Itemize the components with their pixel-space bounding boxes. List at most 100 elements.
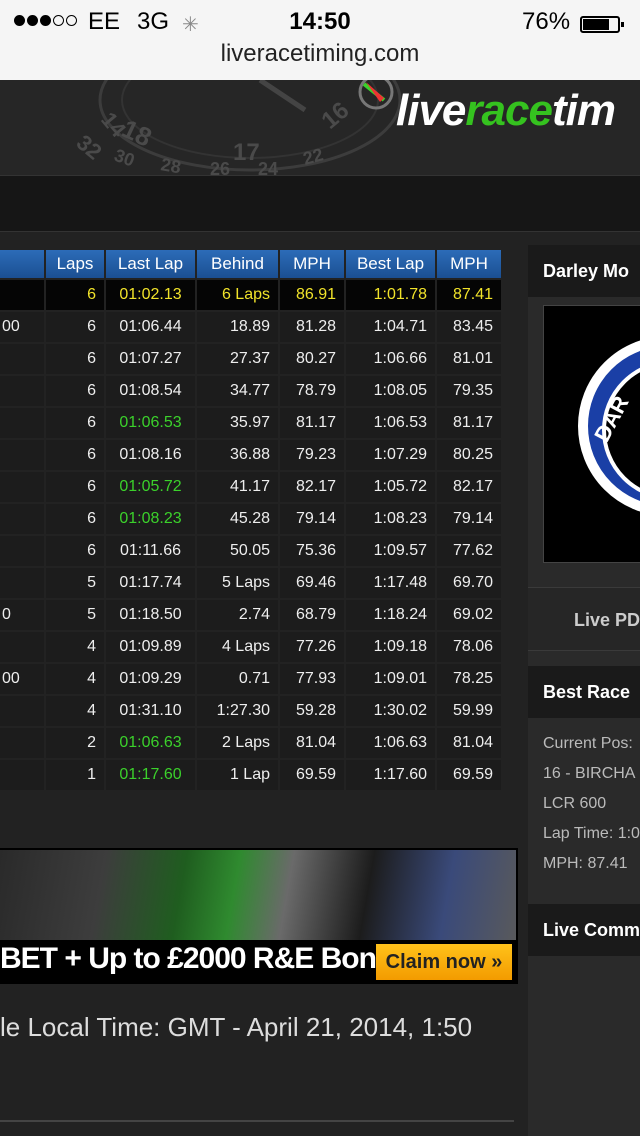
table-row: 0 5 01:18.50 2.74 68.79 1:18.24 69.02: [0, 600, 501, 630]
laps-cell: 5: [46, 600, 104, 630]
best-mph-cell: 80.25: [437, 440, 501, 470]
mph-cell: 77.93: [280, 664, 344, 694]
site-logo[interactable]: liveracetim: [396, 86, 616, 136]
behind-cell: 2.74: [197, 600, 278, 630]
position-cell: [0, 472, 44, 502]
best-mph-cell: 59.99: [437, 696, 501, 726]
behind-cell: 27.37: [197, 344, 278, 374]
position-cell: [0, 344, 44, 374]
column-header: [0, 250, 44, 278]
behind-cell: 1 Lap: [197, 760, 278, 790]
position-cell: [0, 376, 44, 406]
last-lap-cell: 01:05.72: [106, 472, 195, 502]
last-lap-cell: 01:08.54: [106, 376, 195, 406]
best-mph-cell: 83.45: [437, 312, 501, 342]
table-row: 6 01:11.66 50.05 75.36 1:09.57 77.62: [0, 536, 501, 566]
table-row: 6 01:08.16 36.88 79.23 1:07.29 80.25: [0, 440, 501, 470]
gauge-number: 26: [210, 159, 230, 175]
timing-table: Laps Last Lap Behind MPH Best Lap MPH 60…: [0, 248, 503, 792]
column-header-behind: Behind: [197, 250, 278, 278]
best-lap-time: Lap Time: 1:0: [543, 825, 640, 842]
mph-cell: 59.28: [280, 696, 344, 726]
best-mph-cell: 82.17: [437, 472, 501, 502]
behind-cell: 2 Laps: [197, 728, 278, 758]
mph-cell: 81.17: [280, 408, 344, 438]
best-mph-cell: 81.04: [437, 728, 501, 758]
best-class: LCR 600: [543, 795, 607, 812]
live-commentary-title[interactable]: Live Comm: [528, 904, 640, 956]
gauge-number: 30: [112, 145, 138, 171]
logo-timing: tim: [551, 86, 616, 135]
table-row: 6 01:06.53 35.97 81.17 1:06.53 81.17: [0, 408, 501, 438]
battery-icon: [580, 16, 624, 33]
laps-cell: 5: [46, 568, 104, 598]
logo-live: live: [396, 86, 466, 135]
best-mph-cell: 79.35: [437, 376, 501, 406]
best-lap-cell: 1:09.57: [346, 536, 435, 566]
behind-cell: 41.17: [197, 472, 278, 502]
best-lap-cell: 1:17.60: [346, 760, 435, 790]
mph-cell: 78.79: [280, 376, 344, 406]
last-lap-cell: 01:08.16: [106, 440, 195, 470]
best-mph-cell: 81.17: [437, 408, 501, 438]
behind-cell: 1:27.30: [197, 696, 278, 726]
position-cell: [0, 440, 44, 470]
live-pdf-link[interactable]: Live PD: [528, 587, 640, 651]
table-row: 4 01:09.89 4 Laps 77.26 1:09.18 78.06: [0, 632, 501, 662]
mph-cell: 81.04: [280, 728, 344, 758]
table-row: 00 6 01:06.44 18.89 81.28 1:04.71 83.45: [0, 312, 501, 342]
position-cell: [0, 504, 44, 534]
column-header-best-lap: Best Lap: [346, 250, 435, 278]
behind-cell: 18.89: [197, 312, 278, 342]
laps-cell: 4: [46, 664, 104, 694]
sidebar: Darley Mo DAR M Live PD Best Race Curren…: [528, 245, 640, 1136]
behind-cell: 0.71: [197, 664, 278, 694]
laps-cell: 6: [46, 312, 104, 342]
mph-cell: 79.14: [280, 504, 344, 534]
ad-banner[interactable]: BET + Up to £2000 R&E Bonuses! Claim now…: [0, 848, 518, 984]
mph-cell: 69.59: [280, 760, 344, 790]
behind-cell: 34.77: [197, 376, 278, 406]
best-lap-cell: 1:30.02: [346, 696, 435, 726]
current-pos-label: Current Pos:: [543, 735, 633, 752]
best-mph-cell: 78.25: [437, 664, 501, 694]
mph-cell: 77.26: [280, 632, 344, 662]
address-bar-url[interactable]: liveracetiming.com: [0, 40, 640, 68]
column-header-laps: Laps: [46, 250, 104, 278]
best-mph-cell: 69.59: [437, 760, 501, 790]
behind-cell: 4 Laps: [197, 632, 278, 662]
best-mph-cell: 78.06: [437, 632, 501, 662]
laps-cell: 6: [46, 536, 104, 566]
last-lap-cell: 01:06.44: [106, 312, 195, 342]
laps-cell: 6: [46, 408, 104, 438]
laps-cell: 6: [46, 280, 104, 310]
laps-cell: 2: [46, 728, 104, 758]
best-lap-cell: 1:08.05: [346, 376, 435, 406]
mph-cell: 68.79: [280, 600, 344, 630]
behind-cell: 36.88: [197, 440, 278, 470]
last-lap-cell: 01:31.10: [106, 696, 195, 726]
laps-cell: 6: [46, 376, 104, 406]
last-lap-cell: 01:08.23: [106, 504, 195, 534]
event-logo: DAR M: [543, 305, 640, 563]
mph-cell: 82.17: [280, 472, 344, 502]
status-bar: EE 3G ✳ 14:50 76% liveracetiming.com: [0, 0, 640, 80]
gauge-number: 32: [72, 130, 107, 165]
laps-cell: 6: [46, 440, 104, 470]
battery-percent: 76%: [522, 8, 571, 35]
laps-cell: 4: [46, 632, 104, 662]
position-cell: [0, 568, 44, 598]
last-lap-cell: 01:17.60: [106, 760, 195, 790]
best-mph-cell: 79.14: [437, 504, 501, 534]
table-row: 4 01:31.10 1:27.30 59.28 1:30.02 59.99: [0, 696, 501, 726]
table-row: 6 01:07.27 27.37 80.27 1:06.66 81.01: [0, 344, 501, 374]
mph-cell: 81.28: [280, 312, 344, 342]
divider: [0, 1120, 514, 1122]
best-lap-cell: 1:06.63: [346, 728, 435, 758]
column-header-mph: MPH: [280, 250, 344, 278]
local-time-text: le Local Time: GMT - April 21, 2014, 1:5…: [0, 1012, 473, 1042]
best-mph-cell: 81.01: [437, 344, 501, 374]
behind-cell: 45.28: [197, 504, 278, 534]
claim-now-button[interactable]: Claim now »: [376, 944, 512, 980]
laps-cell: 6: [46, 472, 104, 502]
